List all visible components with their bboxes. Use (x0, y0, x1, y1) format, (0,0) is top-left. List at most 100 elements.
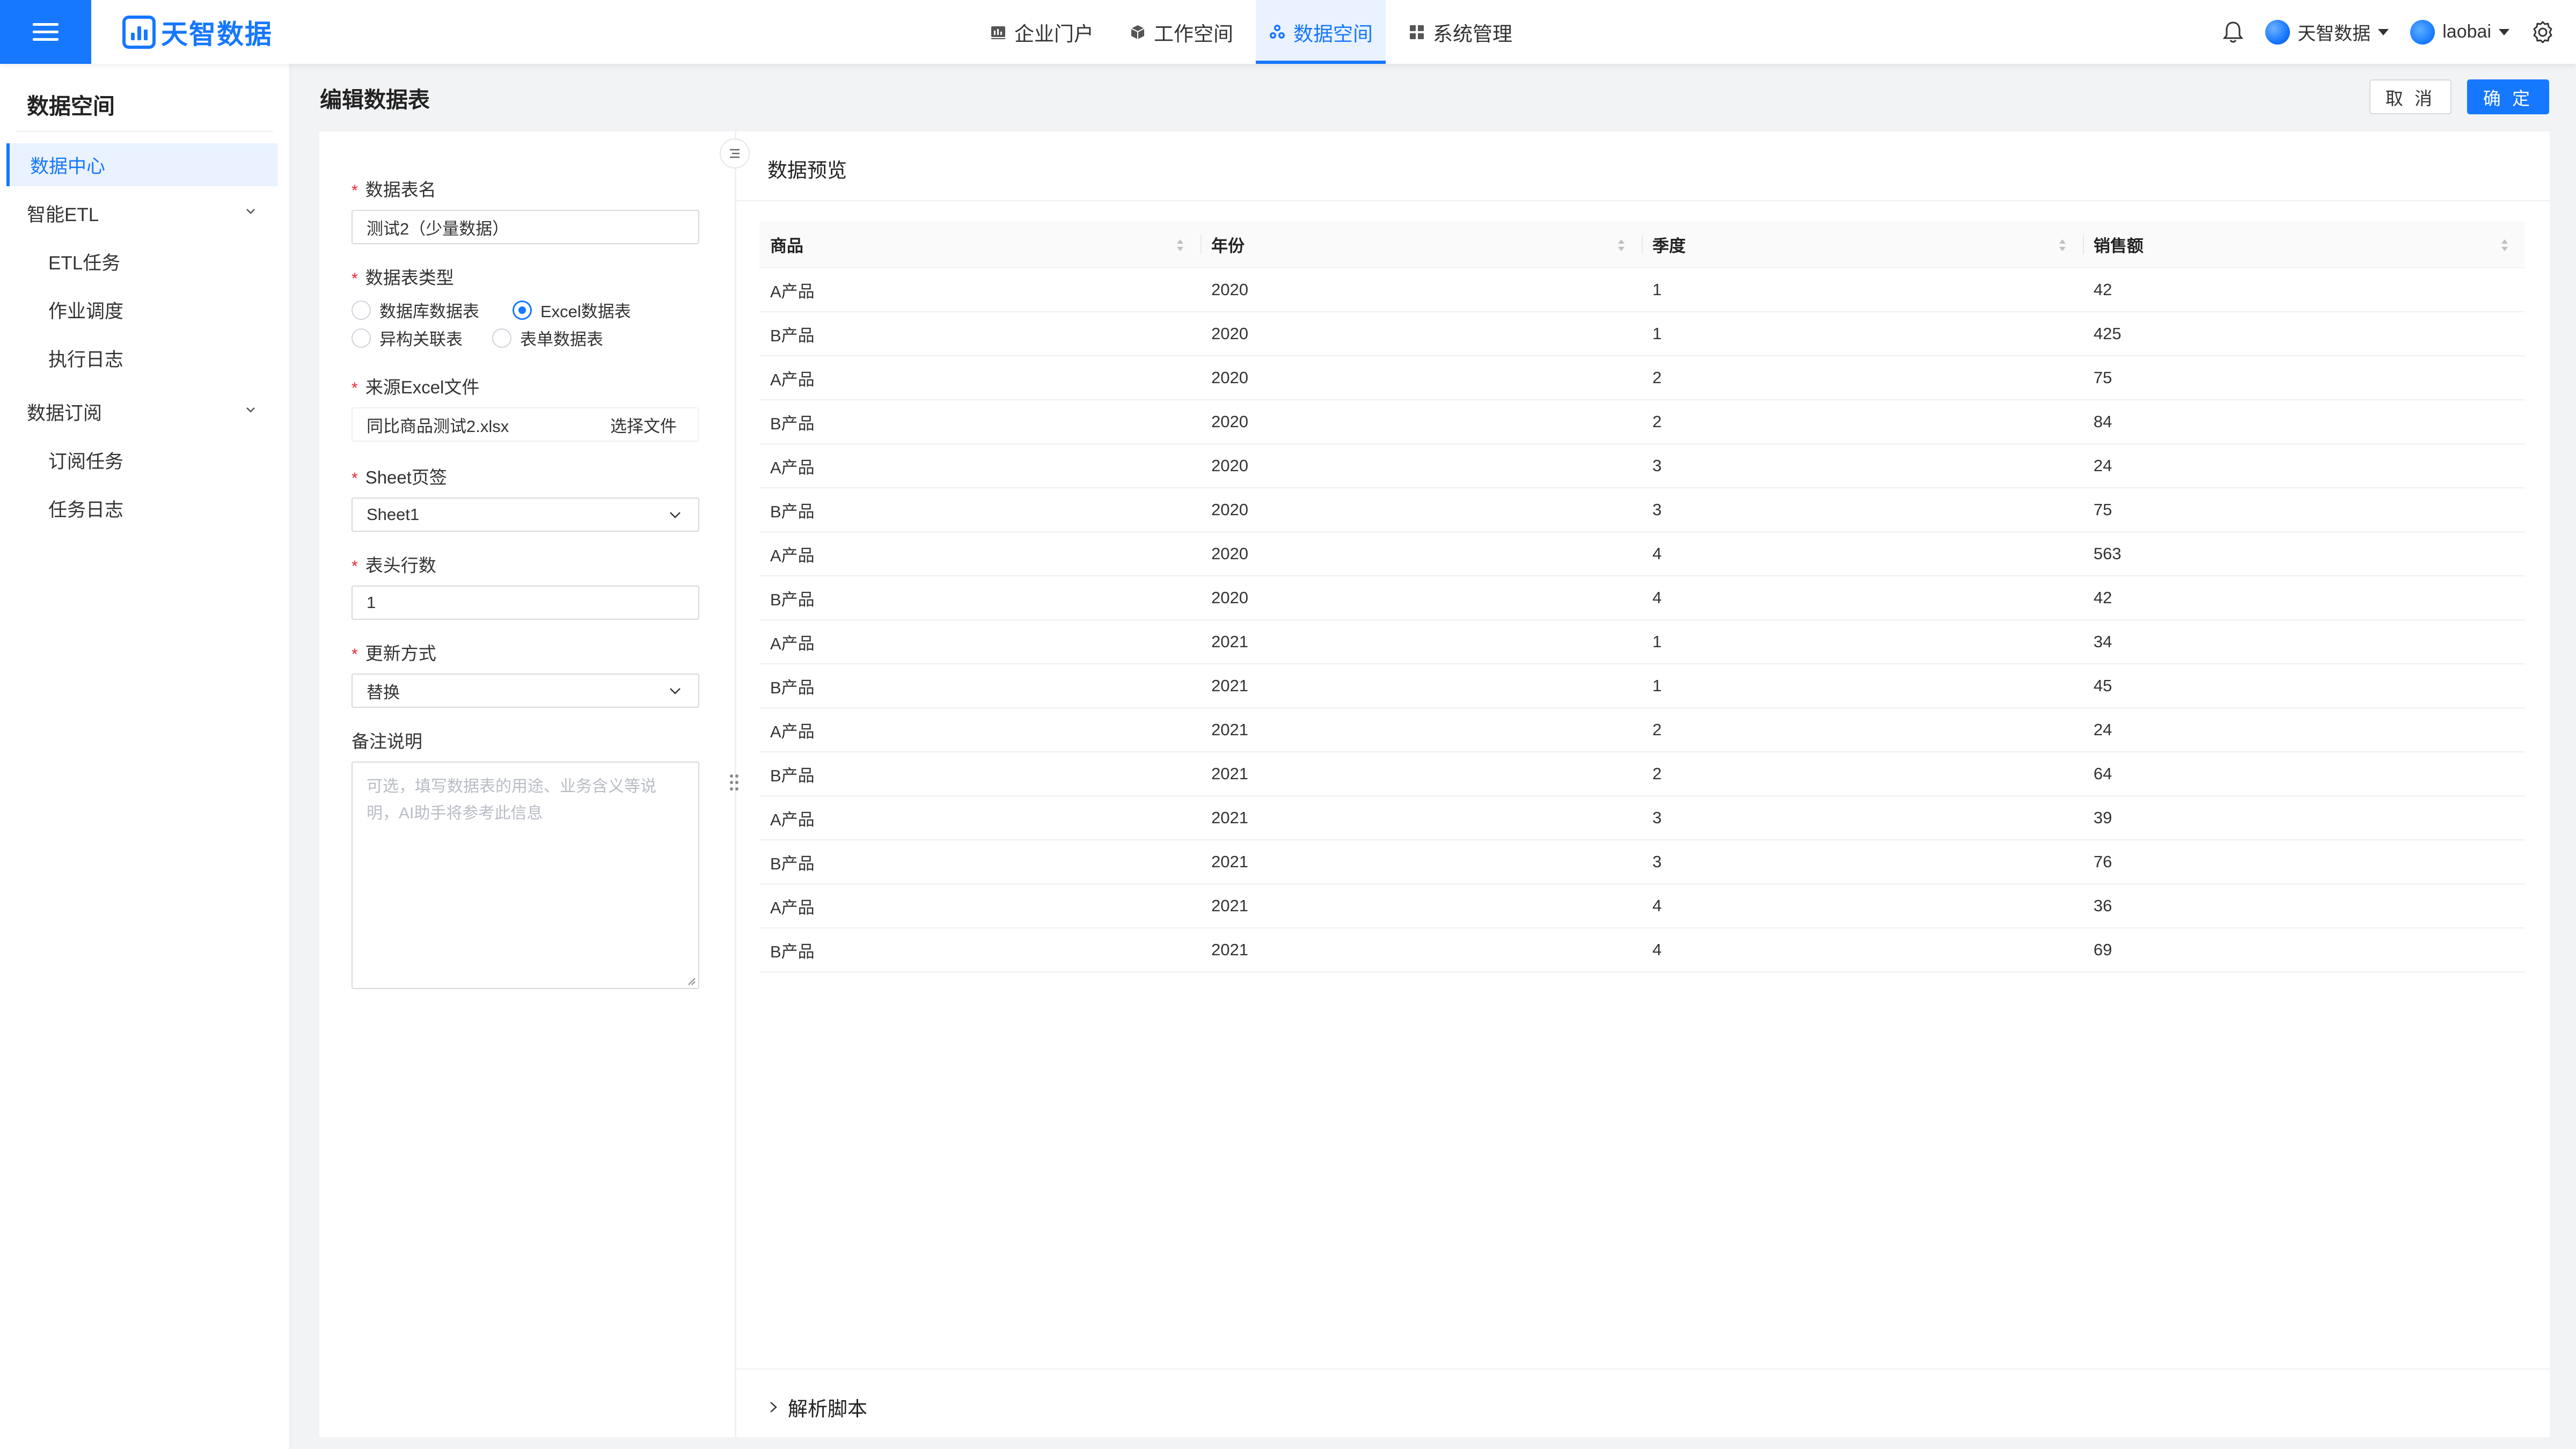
sidebar-item-etl-task[interactable]: ETL任务 (6, 240, 278, 283)
remark-textarea[interactable]: 可选，填写数据表的用途、业务含义等说明，AI助手将参考此信息 (352, 762, 699, 989)
radio-heterogeneous-table[interactable]: 异构关联表 (352, 326, 492, 350)
table-row[interactable]: B产品 2021 3 76 (759, 840, 2525, 884)
confirm-button[interactable]: 确 定 (2467, 79, 2549, 114)
sidebar-item-exec-log[interactable]: 执行日志 (6, 336, 278, 379)
radio-dot (352, 328, 371, 348)
sort-icon[interactable] (1175, 236, 1185, 254)
preview-title: 数据预览 (767, 159, 847, 181)
table-cell: 4 (1652, 940, 1662, 959)
nav-item-label: 数据空间 (1293, 23, 1373, 45)
nav-item-workspace[interactable]: 工作空间 (1116, 0, 1246, 64)
table-row[interactable]: B产品 2021 1 45 (759, 664, 2525, 708)
sidebar-item-label: 任务日志 (48, 499, 124, 521)
sidebar-item-label: 订阅任务 (48, 451, 124, 472)
sidebar-item-subscribe-task[interactable]: 订阅任务 (6, 438, 278, 481)
column-header-quarter[interactable]: 季度 (1642, 221, 2083, 267)
header-rows-input[interactable]: 1 (352, 586, 699, 620)
sidebar-item-label: 智能ETL (27, 204, 99, 225)
app-logo[interactable]: 天智数据 (122, 15, 273, 49)
header-rows-value: 1 (367, 593, 376, 612)
column-header-sales[interactable]: 销售额 (2083, 221, 2525, 267)
table-cell: 425 (2094, 324, 2121, 343)
table-row[interactable]: A产品 2021 1 34 (759, 620, 2525, 664)
sidebar-item-data-subscription[interactable]: 数据订阅 (6, 390, 278, 433)
list-collapse-icon (730, 149, 740, 158)
table-row[interactable]: A产品 2021 4 36 (759, 884, 2525, 928)
org-switcher[interactable]: 天智数据 (2265, 19, 2389, 45)
resize-grip-icon[interactable] (686, 976, 696, 986)
top-right-toolbar: 天智数据 laobai (2222, 0, 2555, 64)
table-row[interactable]: A产品 2021 2 24 (759, 708, 2525, 752)
sidebar-item-smart-etl[interactable]: 智能ETL (6, 192, 278, 235)
radio-database-table[interactable]: 数据库数据表 (352, 298, 513, 322)
table-row[interactable]: B产品 2020 3 75 (759, 488, 2525, 532)
table-header: 商品 年份 季度 销售额 (759, 221, 2525, 268)
bell-icon[interactable] (2222, 20, 2244, 44)
table-cell: B产品 (770, 502, 815, 521)
table-row[interactable]: A产品 2020 2 75 (759, 356, 2525, 400)
table-name-input[interactable]: 测试2（少量数据） (352, 210, 699, 244)
table-cell: A产品 (770, 546, 815, 565)
table-body: A产品 2020 1 42 B产品 2020 1 425 A产品 2020 2 75 B产品 2020 2 8… (759, 268, 2525, 972)
table-row[interactable]: B产品 2020 2 84 (759, 400, 2525, 444)
sidebar-item-label: 执行日志 (48, 349, 124, 370)
table-cell: 2020 (1211, 500, 1248, 519)
caret-down-icon (2499, 28, 2509, 35)
column-label: 季度 (1652, 236, 1686, 255)
radio-label: 表单数据表 (520, 330, 603, 349)
table-cell: 2020 (1211, 456, 1248, 475)
table-cell: 2 (1652, 720, 1662, 739)
sort-icon[interactable] (2499, 236, 2510, 254)
table-row[interactable]: A产品 2020 3 24 (759, 444, 2525, 488)
top-bar: 天智数据 企业门户 工作空间 数据空间 系统管理 天智数据 laobai (0, 0, 2576, 64)
radio-label: Excel数据表 (540, 302, 631, 321)
table-cell: 42 (2094, 588, 2112, 607)
table-cell: 36 (2094, 896, 2112, 915)
table-row[interactable]: A产品 2021 3 39 (759, 796, 2525, 840)
cancel-button[interactable]: 取 消 (2369, 79, 2451, 114)
nav-item-label: 企业门户 (1014, 23, 1094, 45)
nav-item-portal[interactable]: 企业门户 (977, 0, 1107, 64)
sheet-select-value: Sheet1 (367, 505, 420, 524)
column-header-year[interactable]: 年份 (1201, 221, 1642, 267)
menu-toggle-button[interactable] (0, 0, 91, 64)
collapse-form-button[interactable] (720, 138, 750, 169)
table-cell: 2021 (1211, 852, 1248, 871)
drag-handle-icon[interactable] (726, 772, 742, 793)
table-cell: 75 (2094, 500, 2112, 519)
sort-icon[interactable] (1616, 236, 1627, 254)
table-row[interactable]: B产品 2020 1 425 (759, 312, 2525, 356)
logo-text: 天智数据 (161, 19, 273, 49)
sidebar-item-job-schedule[interactable]: 作业调度 (6, 288, 278, 331)
type-radio-row-2: 异构关联表 表单数据表 (352, 326, 603, 350)
nav-item-system[interactable]: 系统管理 (1395, 0, 1525, 64)
table-row[interactable]: A产品 2020 1 42 (759, 268, 2525, 312)
table-cell: A产品 (770, 634, 815, 653)
parse-script-toggle[interactable]: 解析脚本 (767, 1393, 867, 1422)
table-row[interactable]: A产品 2020 4 563 (759, 532, 2525, 576)
source-label: * 来源Excel文件 (352, 377, 480, 397)
gear-icon[interactable] (2531, 20, 2555, 44)
choose-file-button[interactable]: 选择文件 (610, 413, 677, 437)
table-row[interactable]: B产品 2021 4 69 (759, 928, 2525, 972)
table-cell: 1 (1652, 324, 1662, 343)
sheet-select[interactable]: Sheet1 (352, 497, 699, 532)
column-header-product[interactable]: 商品 (759, 221, 1201, 267)
table-cell: 2020 (1211, 368, 1248, 387)
update-mode-value: 替换 (367, 683, 400, 702)
sidebar-item-task-log[interactable]: 任务日志 (6, 487, 278, 530)
table-cell: 34 (2094, 632, 2112, 651)
column-label: 销售额 (2094, 236, 2143, 255)
user-menu[interactable]: laobai (2410, 19, 2509, 45)
table-row[interactable]: B产品 2021 2 64 (759, 752, 2525, 796)
sidebar-item-label: 作业调度 (48, 301, 124, 322)
nav-item-data-space[interactable]: 数据空间 (1256, 0, 1386, 64)
update-mode-select[interactable]: 替换 (352, 674, 699, 708)
table-cell: 2020 (1211, 544, 1248, 563)
sort-icon[interactable] (2057, 236, 2068, 254)
sidebar-item-data-center[interactable]: 数据中心 (6, 143, 278, 186)
sidebar: 数据空间 数据中心 智能ETL ETL任务 作业调度 执行日志 数据订阅 订阅任… (0, 64, 291, 1449)
radio-form-table[interactable]: 表单数据表 (492, 326, 603, 350)
table-row[interactable]: B产品 2020 4 42 (759, 576, 2525, 620)
radio-excel-table[interactable]: Excel数据表 (513, 298, 631, 322)
